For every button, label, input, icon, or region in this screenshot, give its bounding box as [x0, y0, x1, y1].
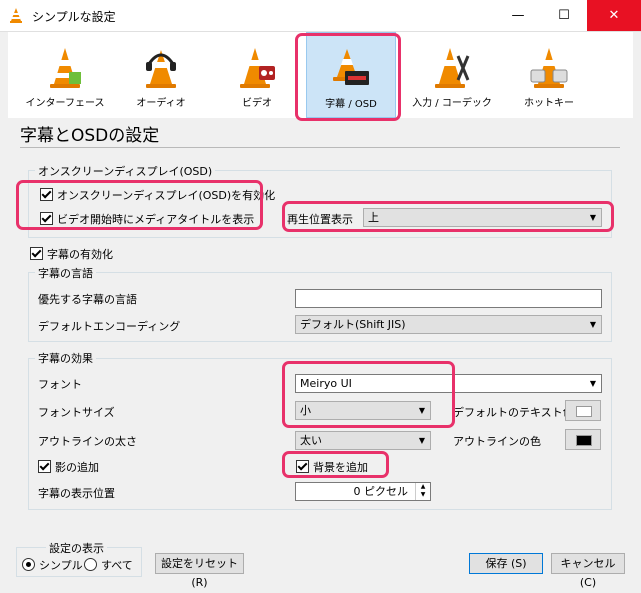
preferred-language-label: 優先する字幕の言語 [38, 293, 137, 306]
vlc-cone-icon [10, 8, 22, 23]
font-select[interactable]: Meiryo UI ▼ [295, 374, 602, 393]
category-bar: インターフェース オーディオ ビデオ 字幕 / OSD 入力 / コーデック ホ… [8, 32, 633, 118]
audio-cone-icon [146, 50, 176, 88]
radio-label: すべて [101, 559, 133, 572]
outline-thickness-label: アウトラインの太さ [38, 435, 137, 448]
osd-group [28, 170, 612, 238]
checkbox-label: 字幕の有効化 [47, 248, 113, 261]
radio-dot[interactable] [84, 558, 97, 571]
category-label: 字幕 / OSD [325, 99, 377, 110]
title-bar: シンプルな設定 — ☐ ✕ [0, 0, 641, 32]
osd-group-title: オンスクリーンディスプレイ(OSD) [35, 163, 216, 179]
enable-osd-checkbox[interactable]: オンスクリーンディスプレイ(OSD)を有効化 [40, 188, 275, 202]
checkbox-label: オンスクリーンディスプレイ(OSD)を有効化 [57, 189, 276, 202]
radio-dot[interactable] [22, 558, 35, 571]
checkbox-box[interactable] [40, 212, 53, 225]
preferred-language-input[interactable] [295, 289, 602, 308]
language-group-title: 字幕の言語 [35, 265, 96, 281]
page-title: 字幕とOSDの設定 [20, 126, 160, 146]
category-label: ホットキー [524, 98, 574, 109]
category-label: 入力 / コーデック [412, 98, 492, 109]
cancel-button[interactable]: キャンセル (C) [551, 553, 625, 589]
window-title: シンプルな設定 [32, 10, 116, 24]
category-label: ビデオ [242, 98, 272, 109]
heading-divider [20, 147, 620, 148]
checkbox-box[interactable] [30, 247, 43, 260]
reset-button[interactable]: 設定をリセット (R) [155, 553, 244, 589]
spin-arrows-icon[interactable]: ▲ ▼ [415, 483, 430, 500]
font-size-select[interactable]: 小 ▼ [295, 401, 431, 420]
background-checkbox[interactable]: 背景を追加 [296, 460, 368, 474]
all-radio[interactable]: すべて [84, 557, 133, 573]
checkbox-label: 影の追加 [55, 461, 99, 474]
outline-thickness-value: 太い [300, 434, 322, 447]
shadow-checkbox[interactable]: 影の追加 [38, 460, 99, 474]
video-cone-icon [240, 48, 275, 88]
enable-subtitles-checkbox[interactable]: 字幕の有効化 [30, 247, 113, 261]
outline-color-swatch [576, 435, 592, 446]
radio-label: シンプル [39, 559, 83, 572]
font-size-value: 小 [300, 404, 311, 417]
interface-cone-icon [50, 48, 81, 88]
encoding-value: デフォルト(Shift JIS) [300, 318, 406, 331]
outline-color-label: アウトラインの色 [453, 435, 541, 448]
subtitle-position-spinbox[interactable]: 0 ピクセル ▲ ▼ [295, 482, 431, 501]
category-input-codecs[interactable]: 入力 / コーデック [402, 32, 502, 118]
outline-color-button[interactable] [565, 429, 601, 450]
subtitle-position-value: 0 ピクセル [353, 485, 409, 498]
text-color-button[interactable] [565, 400, 601, 421]
checkbox-box[interactable] [40, 188, 53, 201]
encoding-label: デフォルトエンコーディング [38, 320, 181, 333]
position-label: 再生位置表示 [287, 213, 353, 226]
font-value: Meiryo UI [300, 377, 352, 390]
chevron-down-icon: ▼ [589, 213, 596, 222]
hotkeys-cone-icon [530, 48, 568, 88]
close-button[interactable]: ✕ [587, 0, 641, 31]
simple-radio[interactable]: シンプル [22, 557, 83, 573]
chevron-down-icon: ▼ [589, 379, 596, 388]
position-value: 上 [368, 211, 379, 224]
show-title-checkbox[interactable]: ビデオ開始時にメディアタイトルを表示 [40, 212, 254, 226]
show-settings-title: 設定の表示 [46, 540, 107, 556]
input-codecs-cone-icon [435, 48, 470, 88]
chevron-down-icon: ▼ [418, 436, 425, 445]
category-label: インターフェース [25, 98, 105, 109]
font-label: フォント [38, 378, 82, 391]
subtitle-position-label: 字幕の表示位置 [38, 487, 115, 500]
chevron-down-icon: ▼ [418, 406, 425, 415]
checkbox-box[interactable] [38, 460, 51, 473]
effects-group-title: 字幕の効果 [35, 350, 96, 366]
chevron-down-icon: ▼ [589, 320, 596, 329]
checkbox-box[interactable] [296, 460, 309, 473]
position-select[interactable]: 上 ▼ [363, 208, 602, 227]
category-interface[interactable]: インターフェース [20, 32, 110, 118]
category-audio[interactable]: オーディオ [116, 32, 206, 118]
category-video[interactable]: ビデオ [212, 32, 302, 118]
minimize-button[interactable]: — [495, 0, 541, 31]
text-color-label: デフォルトのテキスト色 [453, 406, 574, 419]
category-label: オーディオ [136, 98, 186, 109]
maximize-button[interactable]: ☐ [541, 0, 587, 31]
checkbox-label: ビデオ開始時にメディアタイトルを表示 [57, 213, 255, 226]
text-color-swatch [576, 406, 592, 417]
category-hotkeys[interactable]: ホットキー [504, 32, 594, 118]
encoding-select[interactable]: デフォルト(Shift JIS) ▼ [295, 315, 602, 334]
font-size-label: フォントサイズ [38, 406, 115, 419]
checkbox-label: 背景を追加 [313, 461, 368, 474]
subtitles-cone-icon [333, 49, 369, 85]
category-subtitles-osd[interactable]: 字幕 / OSD [306, 32, 396, 118]
save-button[interactable]: 保存 (S) [469, 553, 543, 574]
outline-thickness-select[interactable]: 太い ▼ [295, 431, 431, 450]
